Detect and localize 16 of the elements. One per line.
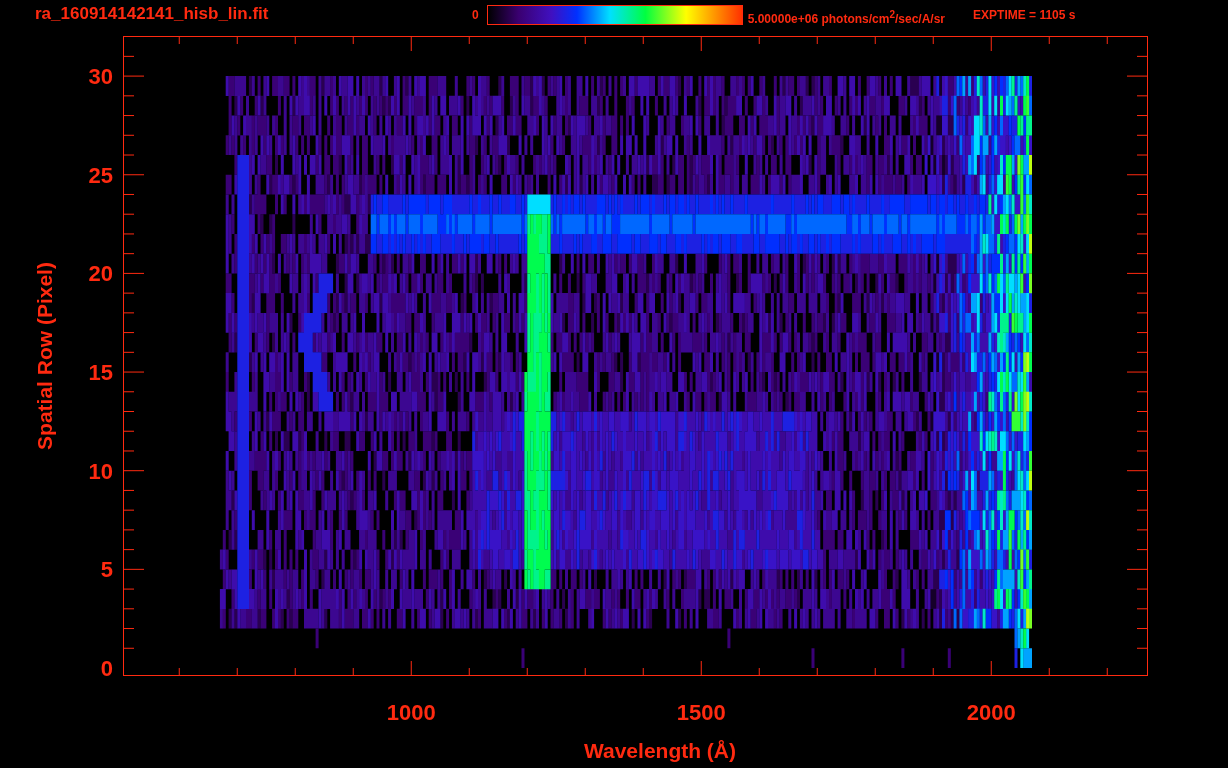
colorbar-min-label: 0	[472, 7, 479, 24]
y-tick-label: 15	[88, 360, 113, 386]
y-tick-label: 30	[88, 64, 113, 90]
y-tick-label: 25	[88, 162, 113, 188]
x-axis-title: Wavelength (Å)	[583, 739, 737, 762]
file-name: ra_160914142141_hisb_lin.fit	[35, 4, 270, 24]
y-tick-label: 0	[100, 656, 113, 681]
y-tick-label: 10	[88, 458, 113, 484]
y-tick-label: 5	[100, 557, 113, 583]
y-tick-label: 20	[88, 261, 113, 287]
exposure-time: EXPTIME = 1105 s	[973, 7, 1076, 24]
x-tick-label: 1500	[676, 700, 726, 725]
x-tick-label: 1000	[386, 700, 436, 725]
x-tick-label: 2000	[966, 700, 1016, 725]
y-axis-title: Spatial Row (Pixel)	[33, 262, 56, 450]
colorbar-max-label: 5.00000e+06 photons/cm$^{2}$/sec/A/sr	[747, 8, 946, 28]
